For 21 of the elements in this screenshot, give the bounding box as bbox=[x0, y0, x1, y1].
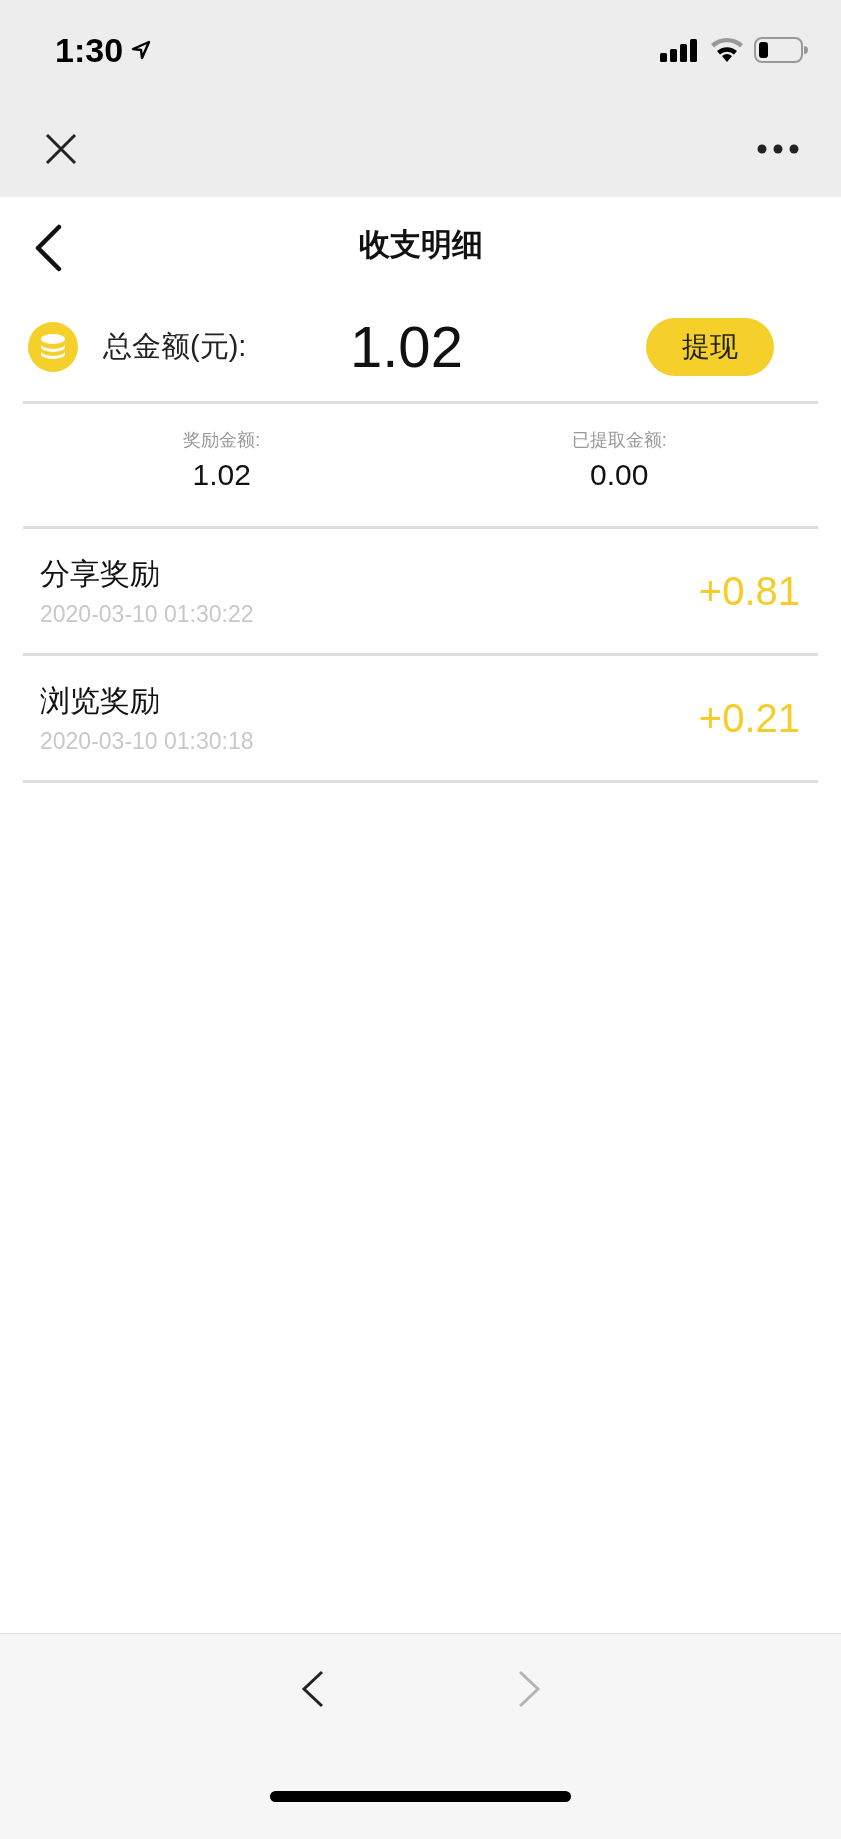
summary-value: 1.02 bbox=[192, 458, 251, 492]
total-amount: 1.02 bbox=[350, 313, 463, 380]
summary-label: 已提取金额: bbox=[571, 429, 667, 452]
record-title: 分享奖励 bbox=[40, 556, 161, 592]
battery-icon bbox=[754, 37, 808, 63]
summary-label: 奖励金额: bbox=[183, 429, 261, 452]
summary-value: 0.00 bbox=[590, 458, 649, 492]
record-amount: +0.81 bbox=[698, 568, 800, 614]
back-icon[interactable] bbox=[33, 224, 63, 272]
wifi-icon bbox=[710, 37, 744, 63]
location-arrow-icon bbox=[131, 40, 152, 60]
record-amount: +0.21 bbox=[698, 695, 800, 741]
coins-icon bbox=[28, 321, 78, 372]
status-time: 1:30 bbox=[55, 30, 124, 70]
total-label: 总金额(元): bbox=[103, 328, 248, 364]
more-icon[interactable] bbox=[757, 143, 799, 154]
signal-icon bbox=[660, 38, 700, 62]
record-title: 浏览奖励 bbox=[40, 683, 161, 719]
page-title: 收支明细 bbox=[358, 227, 483, 262]
withdraw-button[interactable]: 提现 bbox=[646, 317, 774, 376]
close-icon[interactable] bbox=[45, 132, 77, 165]
